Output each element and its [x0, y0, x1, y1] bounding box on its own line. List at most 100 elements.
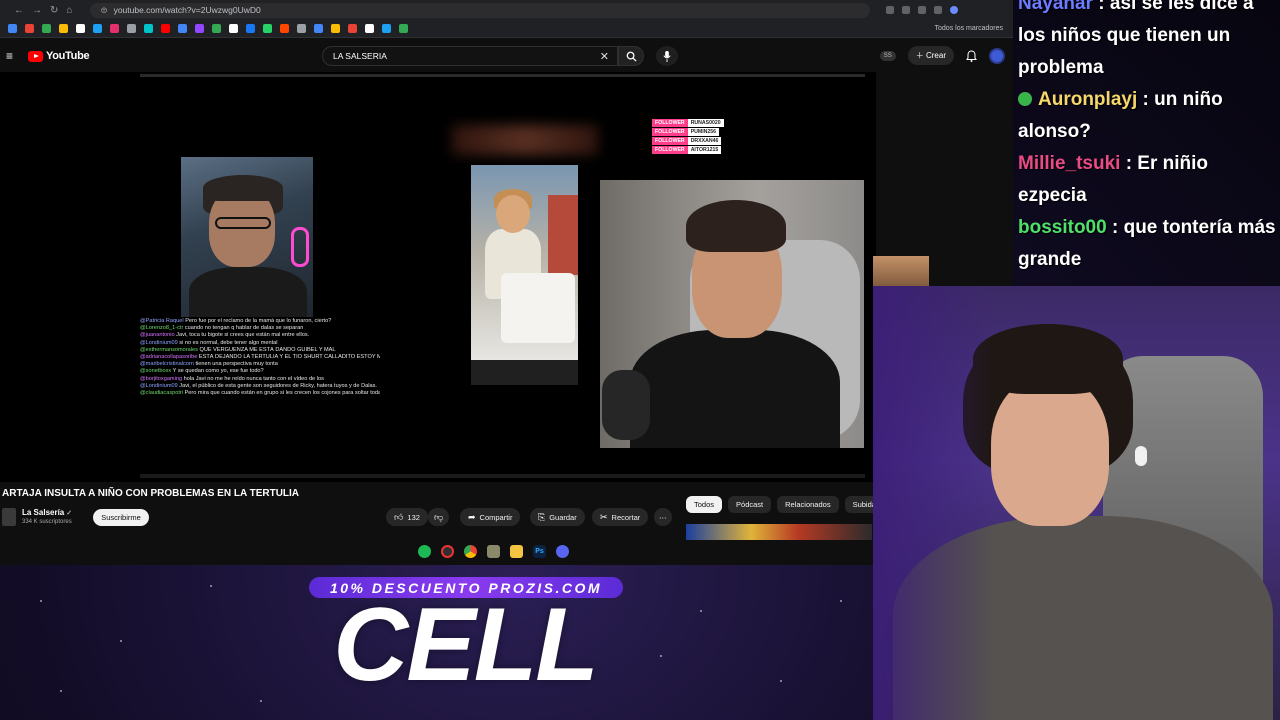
dislike-button[interactable]: 👎︎: [428, 508, 450, 526]
bookmark-icon[interactable]: [76, 24, 85, 33]
back-icon[interactable]: ←: [14, 5, 24, 16]
site-info-icon[interactable]: ⊜: [100, 5, 107, 16]
bookmark-icon[interactable]: [314, 24, 323, 33]
follower-tag: FOLLOWER: [652, 128, 688, 136]
header-actions: SS ＋ Crear: [879, 46, 1005, 65]
spotify-icon[interactable]: [418, 545, 431, 558]
related-video-thumbnail[interactable]: [686, 524, 872, 540]
bookmark-icon[interactable]: [229, 24, 238, 33]
thumbs-up-icon: 👍︎: [394, 511, 404, 522]
filter-chip[interactable]: Todos: [686, 496, 723, 513]
chat-text: tienen una perspectiva muy tonta: [195, 361, 278, 368]
chat-message: @claudiacaspotri Pero mira que cuando es…: [140, 390, 380, 397]
youtube-logo[interactable]: YouTube: [28, 50, 90, 62]
search-input[interactable]: LA SALSERIA ✕: [322, 46, 618, 66]
profile-icon[interactable]: [950, 6, 959, 14]
share-button[interactable]: ➦ Compartir: [460, 508, 521, 526]
clear-search-icon[interactable]: ✕: [600, 50, 609, 63]
notifications-bell-icon[interactable]: [966, 49, 977, 62]
chat-username: @Londinium09: [140, 339, 178, 346]
bookmark-icon[interactable]: [144, 24, 153, 33]
bookmark-icon[interactable]: [8, 24, 17, 33]
flour-table: [501, 273, 575, 343]
discord-icon[interactable]: [556, 545, 569, 558]
bookmark-icon[interactable]: [127, 24, 136, 33]
chat-message: @Lorenzo8_1-ctr cuando no tengan q habla…: [140, 325, 380, 332]
bookmark-icon[interactable]: [195, 24, 204, 33]
subscriber-count: 334 K suscriptores: [22, 519, 72, 525]
account-avatar[interactable]: [989, 47, 1005, 64]
extension-icon[interactable]: [918, 6, 927, 14]
bookmark-icon[interactable]: [161, 24, 170, 33]
bookmark-icon[interactable]: [280, 24, 289, 33]
reload-icon[interactable]: ↻: [50, 5, 58, 16]
stream-chat-message: Auronplayj : un niño alonso?: [1018, 84, 1280, 148]
all-bookmarks-link[interactable]: Todos los marcadores: [935, 25, 1003, 32]
voice-search-button[interactable]: [656, 46, 678, 66]
follower-alert-row: FOLLOWER RUNAS0020: [652, 119, 724, 127]
bookmark-icon[interactable]: [110, 24, 119, 33]
bookmark-icon[interactable]: [246, 24, 255, 33]
video-top-bar: [140, 74, 865, 77]
scissors-icon: ✂: [600, 511, 608, 522]
save-button[interactable]: ⎘ Guardar: [530, 508, 585, 526]
photoshop-icon[interactable]: Ps: [533, 545, 546, 558]
chat-text: Y se quedan como yo, ese fue todo?: [172, 368, 264, 375]
extension-icon[interactable]: [934, 6, 943, 14]
extensions-area: [886, 6, 959, 14]
streamer-hair-fringe: [973, 324, 1123, 394]
chat-text: hola Javi no me he reído nunca tanto con…: [183, 375, 324, 382]
create-button-label: Crear: [925, 51, 946, 60]
create-button[interactable]: ＋ Crear: [907, 46, 954, 65]
bookmark-icon[interactable]: [212, 24, 221, 33]
folder-icon[interactable]: [510, 545, 523, 558]
clip-controls: [471, 360, 578, 385]
like-button[interactable]: 👍︎ 132: [386, 508, 428, 526]
bookmark-icon[interactable]: [93, 24, 102, 33]
bookmark-icon[interactable]: [25, 24, 34, 33]
stream-chat-message: bossito00 : que tontería más grande: [1018, 212, 1280, 276]
chat-message: @esthermansomorales QUE VERGÜENZA ME EST…: [140, 347, 380, 354]
obs-icon[interactable]: [441, 545, 454, 558]
chrome-icon[interactable]: [464, 545, 477, 558]
forward-icon[interactable]: →: [32, 5, 42, 16]
bookmark-icon[interactable]: [365, 24, 374, 33]
clip-button[interactable]: ✂ Recortar: [592, 508, 649, 526]
channel-name[interactable]: La Salsería ✓: [22, 508, 72, 517]
filter-chip[interactable]: Pódcast: [728, 496, 772, 513]
bookmark-icon[interactable]: [297, 24, 306, 33]
bookmark-icon[interactable]: [399, 24, 408, 33]
search-button[interactable]: [618, 46, 644, 66]
extension-icon[interactable]: [902, 6, 911, 14]
bookmark-icon[interactable]: [348, 24, 357, 33]
bookmark-icon[interactable]: [59, 24, 68, 33]
chat-text: si no es normal, debe tener algo mental: [179, 339, 278, 346]
bookmark-icon[interactable]: [382, 24, 391, 33]
extension-icon[interactable]: [886, 6, 895, 14]
bookmarks-bar: Todos los marcadores: [0, 20, 1013, 38]
home-icon[interactable]: ⌂: [66, 5, 72, 16]
video-chat-overlay: @Patricia Raquel Pero fue por el reclamo…: [140, 318, 380, 478]
youtube-play-icon: [28, 50, 43, 62]
video-title: ARTAJA INSULTA A NIÑO CON PROBLEMAS EN L…: [2, 488, 300, 499]
stream-chat: Nayanar : así se les dice a los niños qu…: [1013, 0, 1280, 274]
chat-message: @Londinium09 si no es normal, debe tener…: [140, 340, 380, 347]
subscribe-button[interactable]: Suscribirme: [93, 509, 149, 526]
glasses: [215, 217, 271, 229]
app-icon[interactable]: [487, 545, 500, 558]
streamer-webcam: [873, 286, 1280, 720]
bookmark-icon[interactable]: [331, 24, 340, 33]
url-field[interactable]: ⊜ youtube.com/watch?v=2Uwzwg0UwD0: [90, 2, 871, 18]
channel-avatar[interactable]: [2, 508, 16, 526]
save-label: Guardar: [549, 512, 577, 522]
chat-text: Pero mira que cuando están en grupo si l…: [184, 390, 380, 397]
bookmark-icon[interactable]: [42, 24, 51, 33]
extension-badge[interactable]: SS: [879, 50, 896, 61]
chat-username: @esthermansomorales: [140, 346, 198, 353]
more-actions-button[interactable]: ⋯: [654, 508, 672, 526]
menu-icon[interactable]: ≡: [6, 49, 20, 63]
bookmark-icon[interactable]: [263, 24, 272, 33]
chat-badge-icon: [1018, 92, 1032, 106]
filter-chip[interactable]: Relacionados: [777, 496, 839, 513]
bookmark-icon[interactable]: [178, 24, 187, 33]
